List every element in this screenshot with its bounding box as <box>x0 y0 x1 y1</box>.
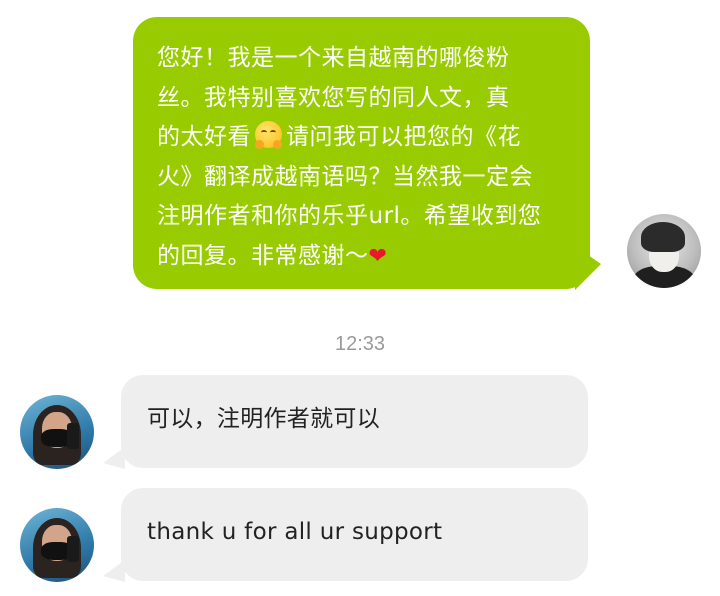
message-text: 的太好看 <box>157 124 251 150</box>
incoming-bubble-tail <box>103 447 125 469</box>
message-text: 的回复。非常感谢～ <box>157 242 369 269</box>
avatar-contact[interactable] <box>20 508 94 582</box>
avatar-self[interactable] <box>627 214 701 288</box>
hugging-face-emoji-icon <box>255 121 282 149</box>
message-text: 可以，注明作者就可以 <box>147 406 380 432</box>
message-line: 的太好看 请问我可以把您的《花 <box>157 118 566 158</box>
message-line: 丝。我特别喜欢您写的同人文，真 <box>157 84 510 111</box>
message-text: 请问我可以把您的《花 <box>286 124 521 150</box>
incoming-message-bubble[interactable]: thank u for all ur support <box>121 488 588 581</box>
incoming-message-bubble[interactable]: 可以，注明作者就可以 <box>121 375 588 468</box>
message-text: thank u for all ur support <box>147 519 443 545</box>
avatar-contact[interactable] <box>20 395 94 469</box>
message-line: 的回复。非常感谢～❤ <box>157 237 566 277</box>
message-timestamp: 12:33 <box>334 333 386 355</box>
outgoing-message-bubble[interactable]: 您好！我是一个来自越南的哪俊粉 丝。我特别喜欢您写的同人文，真 的太好看 请问我可… <box>133 17 590 289</box>
incoming-bubble-tail <box>103 560 125 582</box>
message-line: 注明作者和你的乐乎url。希望收到您 <box>157 203 542 229</box>
outgoing-bubble-tail <box>575 246 601 290</box>
message-line: 您好！我是一个来自越南的哪俊粉 <box>157 45 510 71</box>
heart-icon: ❤ <box>368 243 388 269</box>
message-line: 火》翻译成越南语吗？当然我一定会 <box>157 163 533 190</box>
